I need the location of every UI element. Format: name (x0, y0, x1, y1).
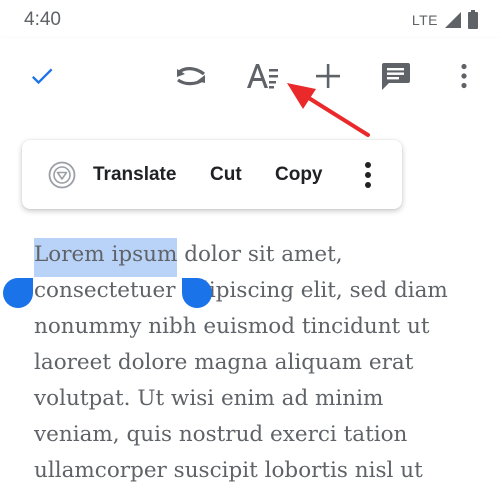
status-time: 4:40 (24, 9, 61, 30)
add-button[interactable] (308, 56, 348, 96)
cut-option[interactable]: Cut (210, 164, 242, 186)
text-selection-menu: Translate Cut Copy (22, 140, 402, 209)
text-line: consectetuer adipiscing elit, sed diam (34, 278, 448, 303)
selection-start-handle[interactable] (3, 278, 33, 308)
text-line: Lorem ipsum dolor sit amet, (34, 237, 494, 277)
selection-end-handle[interactable] (182, 278, 212, 308)
more-options-button[interactable] (444, 56, 484, 96)
signal-icon (445, 11, 461, 28)
text-line: ullamcorper suscipit lobortis nisl ut (34, 458, 423, 483)
text-line: laoreet dolore magna aliquam erat (34, 350, 414, 375)
check-icon (31, 68, 53, 85)
status-icons: LTE (412, 10, 478, 29)
text-format-button[interactable] (242, 56, 282, 96)
selected-text[interactable]: Lorem ipsum (34, 238, 178, 277)
translate-option[interactable]: Translate (93, 164, 176, 186)
battery-icon (468, 10, 478, 29)
status-bar: 4:40 LTE (0, 0, 500, 38)
comment-icon (382, 63, 410, 90)
text-format-icon (247, 64, 278, 89)
comment-button[interactable] (376, 56, 416, 96)
more-vert-icon (461, 63, 467, 89)
undo-icon (176, 67, 205, 86)
text-line-rest: dolor sit amet, (177, 242, 343, 267)
translate-icon[interactable] (48, 161, 76, 189)
text-line: volutpat. Ut wisi enim ad minim (34, 386, 384, 411)
document-body[interactable]: Lorem ipsum dolor sit amet, consectetuer… (34, 237, 494, 489)
copy-option[interactable]: Copy (275, 164, 323, 186)
network-type: LTE (411, 11, 438, 28)
toolbar (0, 38, 500, 114)
done-button[interactable] (22, 56, 62, 96)
undo-button[interactable] (171, 56, 211, 96)
text-line: veniam, quis nostrud exerci tation (34, 422, 408, 447)
menu-more-icon[interactable] (360, 160, 376, 190)
text-line: nonummy nibh euismod tincidunt ut (34, 314, 430, 339)
add-icon (316, 64, 340, 88)
